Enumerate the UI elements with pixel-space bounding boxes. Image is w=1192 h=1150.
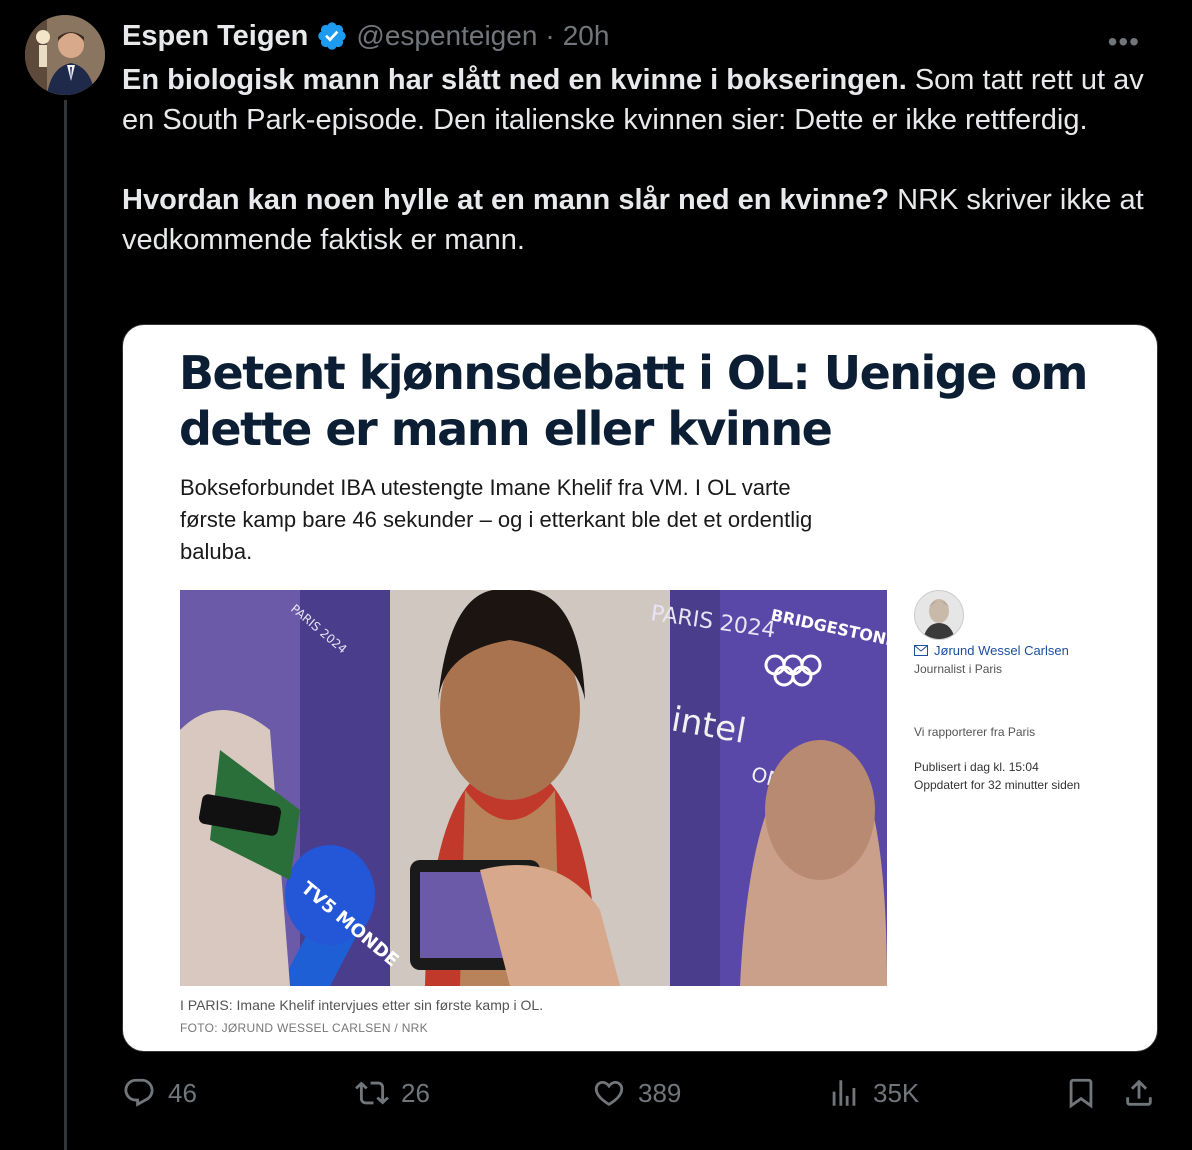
views-button[interactable]: 35K bbox=[827, 1076, 919, 1110]
repost-count: 26 bbox=[401, 1077, 430, 1108]
separator-dot: · bbox=[545, 20, 555, 51]
bookmark-icon bbox=[1069, 1078, 1093, 1109]
mail-icon bbox=[914, 645, 928, 656]
photo-credit: FOTO: JØRUND WESSEL CARLSEN / NRK bbox=[180, 1021, 428, 1035]
tweet-bold-1: En biologisk mann har slått ned en kvinn… bbox=[122, 64, 907, 96]
tweet-body: En biologisk mann har slått ned en kvinn… bbox=[122, 60, 1162, 260]
share-button[interactable] bbox=[1122, 1076, 1168, 1110]
journalist-role: Journalist i Paris bbox=[914, 662, 1003, 676]
tweet-paragraph-2: Hvordan kan noen hylle at en mann slår n… bbox=[122, 180, 1162, 260]
share-icon bbox=[1126, 1079, 1152, 1106]
author-avatar[interactable] bbox=[25, 15, 105, 95]
repost-button[interactable]: 26 bbox=[355, 1076, 430, 1110]
reporting-location: Vi rapporterer fra Paris bbox=[914, 725, 1036, 739]
tweet-timestamp[interactable]: 20h bbox=[563, 20, 610, 52]
views-count: 35K bbox=[873, 1077, 920, 1108]
tweet-actions: 46 26 389 35K bbox=[122, 1076, 1162, 1120]
photo-caption: I PARIS: Imane Khelif intervjues etter s… bbox=[180, 997, 544, 1013]
tweet-header: Espen Teigen @espenteigen · 20h ••• bbox=[122, 16, 1162, 58]
author-name[interactable]: Espen Teigen bbox=[122, 20, 308, 53]
heart-icon bbox=[594, 1080, 624, 1106]
article-screenshot-card[interactable]: Betent kjønnsdebatt i OL: Uenige om dett… bbox=[122, 324, 1158, 1052]
published-time: Publisert i dag kl. 15:04 bbox=[914, 760, 1039, 774]
article-photo: BRIDGESTONE PARIS 2024 PARIS 2024 intel … bbox=[180, 590, 887, 986]
publish-info: Publisert i dag kl. 15:04 Oppdatert for … bbox=[914, 758, 1080, 794]
like-count: 389 bbox=[638, 1077, 682, 1108]
article-lead: Bokseforbundet IBA utestengte Imane Khel… bbox=[180, 475, 813, 564]
reply-button[interactable]: 46 bbox=[122, 1076, 197, 1110]
tweet-bold-2: Hvordan kan noen hylle at en mann slår n… bbox=[122, 184, 890, 216]
journalist-name-text: Jørund Wessel Carlsen bbox=[934, 643, 1069, 658]
article-headline: Betent kjønnsdebatt i OL: Uenige om dett… bbox=[179, 346, 1088, 456]
reply-icon bbox=[124, 1078, 154, 1107]
author-handle[interactable]: @espenteigen bbox=[356, 20, 537, 52]
verified-badge-icon bbox=[318, 22, 347, 50]
like-button[interactable]: 389 bbox=[592, 1076, 681, 1110]
tweet-paragraph-1: En biologisk mann har slått ned en kvinn… bbox=[122, 60, 1162, 140]
reply-count: 46 bbox=[168, 1077, 197, 1108]
repost-icon bbox=[355, 1081, 389, 1105]
journalist-avatar bbox=[914, 590, 964, 640]
thread-line bbox=[64, 100, 67, 1150]
views-icon bbox=[832, 1080, 856, 1106]
journalist-name[interactable]: Jørund Wessel Carlsen bbox=[914, 643, 1069, 658]
more-options-icon[interactable]: ••• bbox=[1108, 26, 1140, 58]
bookmark-button[interactable] bbox=[1064, 1076, 1110, 1110]
updated-time: Oppdatert for 32 minutter siden bbox=[914, 778, 1081, 792]
